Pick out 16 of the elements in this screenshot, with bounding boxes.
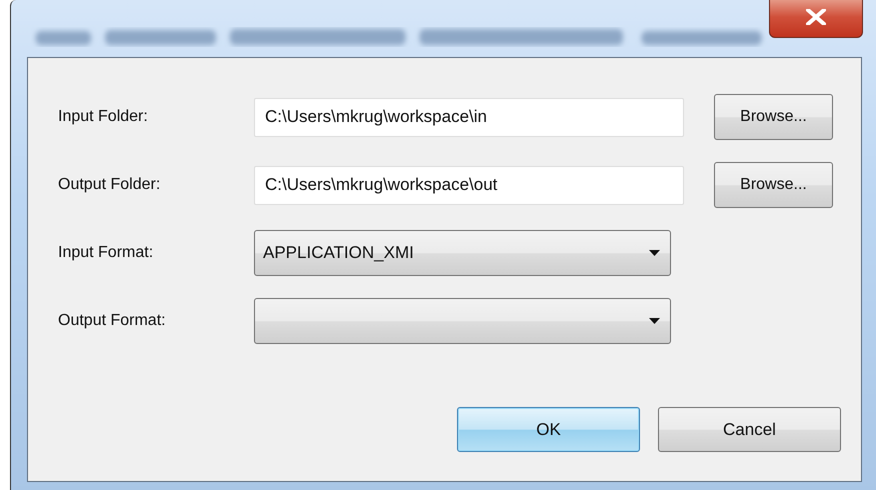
field-label: Input Format: [58,244,154,262]
browse-button[interactable]: Browse... [714,162,833,208]
close-icon [806,9,826,25]
field-label: Input Folder: [58,108,149,126]
input-field[interactable]: C:\Users\mkrug\workspace\in [254,98,684,136]
field-label: Output Folder: [58,176,162,194]
input-field[interactable]: C:\Users\mkrug\workspace\out [254,166,684,204]
cancel-button[interactable]: Cancel [658,407,841,452]
close-button[interactable] [769,0,863,38]
dropdown[interactable] [254,298,671,344]
field-label: Output Format: [58,312,167,330]
ok-button[interactable]: OK [457,407,640,452]
browse-button[interactable]: Browse... [714,94,833,140]
caret-icon [649,318,660,324]
dropdown[interactable]: APPLICATION_XMI [254,230,671,276]
caret-icon [649,250,660,256]
